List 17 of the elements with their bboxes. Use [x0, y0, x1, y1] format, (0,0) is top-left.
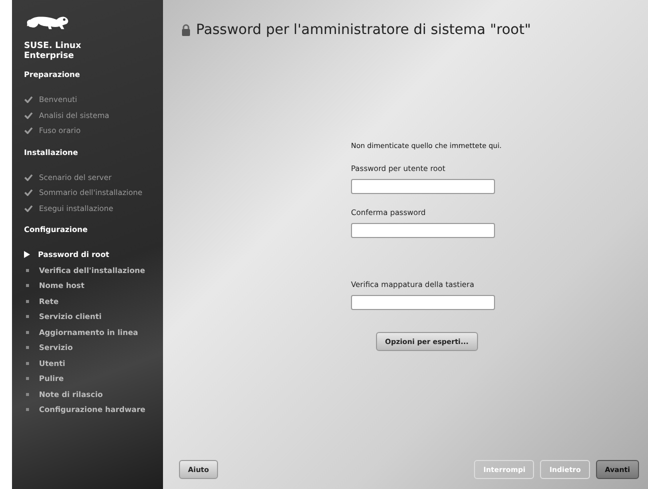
bullet-icon: [26, 268, 29, 272]
bullet-icon: [26, 362, 29, 365]
bullet-icon: [26, 408, 29, 412]
input-field[interactable]: [351, 295, 495, 310]
brand-name: SUSE. Linux Enterprise: [24, 41, 82, 61]
page-title: Password per l'amministratore di sistema "root": [196, 22, 531, 38]
bullet-icon: [26, 284, 29, 288]
input-field[interactable]: [351, 179, 495, 194]
bullet-icon: [26, 377, 29, 380]
bullet-icon: [26, 315, 29, 318]
bullet-icon: [26, 346, 29, 350]
lock-icon: [181, 24, 191, 36]
bullet-icon: [26, 330, 29, 334]
bullet-icon: [26, 392, 29, 396]
arrow-icon: [24, 251, 30, 258]
bullet-icon: [26, 300, 29, 303]
input-field[interactable]: [351, 223, 495, 238]
